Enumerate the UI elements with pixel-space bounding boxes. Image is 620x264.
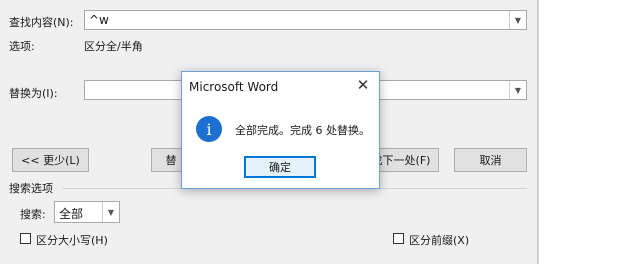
cancel-button[interactable]: 取消 xyxy=(454,148,527,172)
info-icon: i xyxy=(196,116,222,142)
search-label: 搜索: xyxy=(20,208,46,221)
search-direction-select[interactable]: 全部 ▼ xyxy=(54,201,120,223)
close-icon[interactable]: ✕ xyxy=(355,76,371,94)
replace-label: 替换为(I): xyxy=(9,87,58,100)
search-direction-value: 全部 xyxy=(59,207,84,221)
ok-button[interactable]: 确定 xyxy=(244,156,316,178)
find-label: 查找内容(N): xyxy=(9,16,74,29)
panel-border xyxy=(537,0,539,264)
match-prefix-label: 区分前缀(X) xyxy=(409,234,470,247)
match-case-checkbox[interactable] xyxy=(20,233,31,244)
dialog-title: Microsoft Word xyxy=(189,80,279,94)
chevron-down-icon[interactable]: ▼ xyxy=(102,202,119,222)
search-options-heading: 搜索选项 xyxy=(9,182,53,195)
options-value: 区分全/半角 xyxy=(84,40,143,53)
find-input[interactable]: ^w ▼ xyxy=(84,10,527,30)
dialog-message: 全部完成。完成 6 处替换。 xyxy=(235,124,370,137)
find-input-value: ^w xyxy=(89,13,109,27)
options-label: 选项: xyxy=(9,40,35,53)
match-case-label: 区分大小写(H) xyxy=(36,234,108,247)
chevron-down-icon[interactable]: ▼ xyxy=(509,11,526,29)
less-button[interactable]: << 更少(L) xyxy=(12,148,89,172)
message-dialog: Microsoft Word ✕ i 全部完成。完成 6 处替换。 确定 xyxy=(181,71,380,189)
chevron-down-icon[interactable]: ▼ xyxy=(509,81,526,99)
match-prefix-checkbox[interactable] xyxy=(393,233,404,244)
